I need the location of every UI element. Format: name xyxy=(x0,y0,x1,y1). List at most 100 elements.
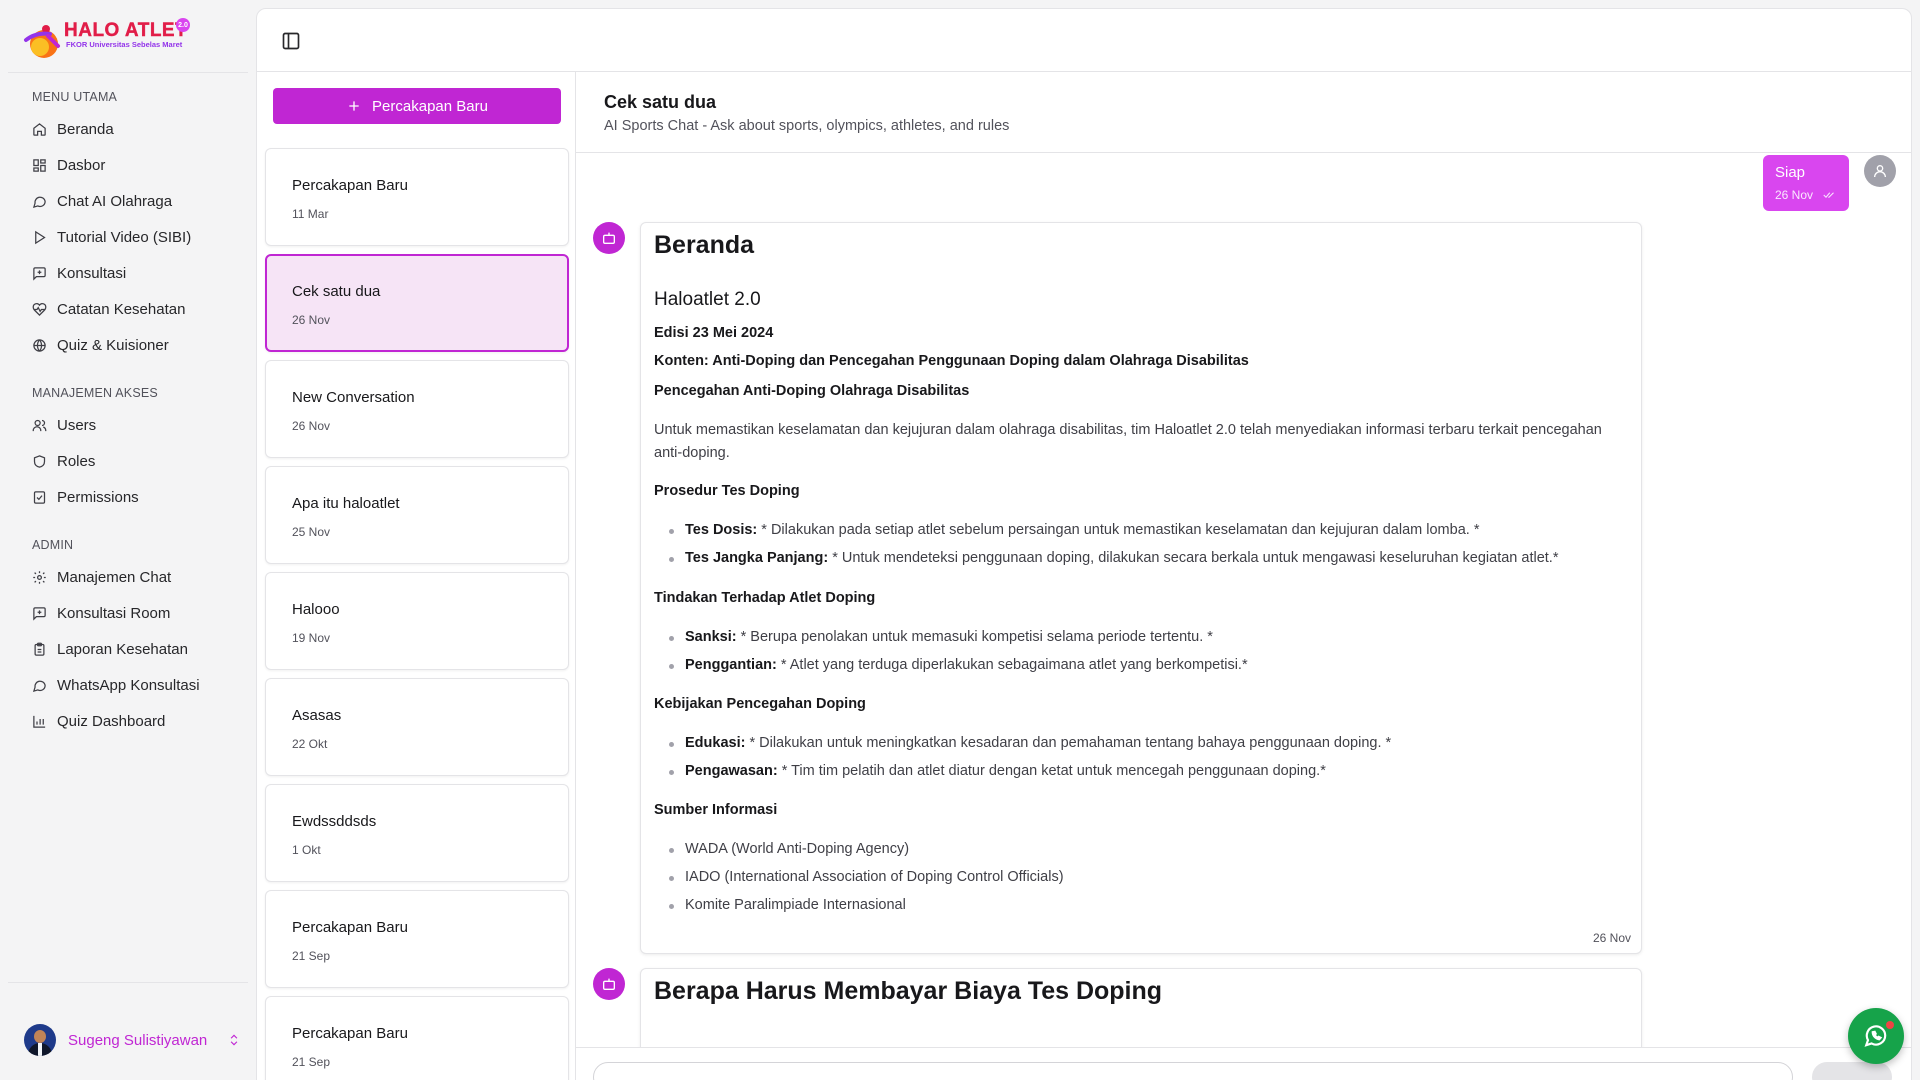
sidebar-item-label: Konsultasi xyxy=(57,264,127,282)
conversation-item[interactable]: New Conversation 26 Nov xyxy=(265,360,569,458)
message-composer xyxy=(576,1047,1911,1080)
message-square-icon xyxy=(33,266,46,281)
list-item: Penggantian: * Atlet yang terduga diperl… xyxy=(669,657,1248,673)
conversation-title: New Conversation xyxy=(292,389,415,406)
section-label-manajemen-akses: MANAJEMEN AKSES xyxy=(32,386,158,400)
list-item: Edukasi: * Dilakukan untuk meningkatkan … xyxy=(668,735,1392,751)
user-message-text: Siap xyxy=(1775,164,1806,181)
sidebar-item-label: Manajemen Chat xyxy=(57,568,172,586)
sidebar-item-permissions[interactable]: Permissions xyxy=(24,482,244,512)
message-heading: Beranda xyxy=(654,231,755,259)
list-item: IADO (International Association of Dopin… xyxy=(669,869,1064,885)
sidebar-item-label: Konsultasi Room xyxy=(57,604,171,622)
sidebar-item-catatan-kesehatan[interactable]: Catatan Kesehatan xyxy=(24,294,244,324)
bot-avatar-icon xyxy=(593,222,625,254)
conversation-item[interactable]: Percakapan Baru 21 Sep xyxy=(265,890,569,988)
sidebar-item-konsultasi-room[interactable]: Konsultasi Room xyxy=(24,598,244,628)
sidebar-item-tutorial-video[interactable]: Tutorial Video (SIBI) xyxy=(24,222,244,252)
whatsapp-float-button[interactable] xyxy=(1848,1008,1904,1064)
conversation-item[interactable]: Percakapan Baru 21 Sep xyxy=(265,996,569,1080)
sidebar-item-laporan-kesehatan[interactable]: Laporan Kesehatan xyxy=(24,634,244,664)
top-bar xyxy=(256,8,1912,72)
conversation-title: Percakapan Baru xyxy=(292,177,408,194)
bot-avatar-icon xyxy=(593,968,625,1000)
whatsapp-icon xyxy=(1864,1025,1887,1047)
conversation-date: 19 Nov xyxy=(292,631,331,645)
list-item: Tes Jangka Panjang: * Untuk mendeteksi p… xyxy=(668,550,1559,566)
message-section-title: Pencegahan Anti-Doping Olahraga Disabili… xyxy=(654,383,970,399)
conversation-title: Halooo xyxy=(292,601,340,618)
conversation-date: 1 Okt xyxy=(292,843,321,857)
conversation-list: Percakapan Baru Percakapan Baru 11 Mar C… xyxy=(256,72,576,1080)
conversation-item-active[interactable]: Cek satu dua 26 Nov xyxy=(265,254,569,352)
sidebar-item-label: Quiz & Kuisioner xyxy=(57,336,169,354)
conversation-item[interactable]: Halooo 19 Nov xyxy=(265,572,569,670)
sidebar-item-label: Catatan Kesehatan xyxy=(57,300,186,318)
clipboard-icon xyxy=(34,642,45,656)
section-heading: Prosedur Tes Doping xyxy=(654,483,800,499)
conversation-item[interactable]: Apa itu haloatlet 25 Nov xyxy=(265,466,569,564)
heart-pulse-icon xyxy=(32,302,47,316)
message-edition: Edisi 23 Mei 2024 xyxy=(654,325,774,341)
conversation-item[interactable]: Asasas 22 Okt xyxy=(265,678,569,776)
list-item: Tes Dosis: * Dilakukan pada setiap atlet… xyxy=(668,522,1480,538)
list-item: WADA (World Anti-Doping Agency) xyxy=(668,841,910,857)
section-heading: Sumber Informasi xyxy=(654,802,778,818)
user-message-bubble: Siap 26 Nov xyxy=(1763,155,1849,211)
conversation-title: Cek satu dua xyxy=(292,283,381,300)
user-menu[interactable]: Sugeng Sulistiyawan xyxy=(16,1020,246,1060)
message-square-icon xyxy=(33,606,46,621)
notification-dot xyxy=(1886,1021,1894,1029)
sidebar-item-roles[interactable]: Roles xyxy=(24,446,244,476)
chat-icon xyxy=(32,680,46,692)
conversation-title: Asasas xyxy=(292,707,342,724)
logo-mark-icon xyxy=(24,25,60,58)
sidebar-item-label: Chat AI Olahraga xyxy=(57,192,173,210)
sidebar-toggle-icon[interactable] xyxy=(281,31,301,51)
conversation-date: 11 Mar xyxy=(292,207,329,221)
section-label-admin: ADMIN xyxy=(32,538,74,552)
logo-title: HALO ATLET xyxy=(64,20,188,41)
conversation-date: 26 Nov xyxy=(292,419,331,433)
sidebar-item-konsultasi[interactable]: Konsultasi xyxy=(24,258,244,288)
section-heading: Kebijakan Pencegahan Doping xyxy=(654,696,866,712)
sidebar-divider xyxy=(8,72,248,73)
sidebar-item-quiz-dashboard[interactable]: Quiz Dashboard xyxy=(24,706,244,736)
sidebar-item-whatsapp-konsultasi[interactable]: WhatsApp Konsultasi xyxy=(24,670,244,700)
conversation-title: Percakapan Baru xyxy=(292,919,408,936)
globe-icon xyxy=(33,338,46,352)
sidebar-divider xyxy=(8,982,248,983)
message-paragraph: Untuk memastikan keselamatan dan kejujur… xyxy=(654,422,1602,461)
sidebar-item-label: WhatsApp Konsultasi xyxy=(57,676,200,694)
chat-icon xyxy=(32,196,46,208)
sidebar-item-users[interactable]: Users xyxy=(24,410,244,440)
conversation-item[interactable]: Percakapan Baru 11 Mar xyxy=(265,148,569,246)
sidebar-item-manajemen-chat[interactable]: Manajemen Chat xyxy=(24,562,244,592)
message-heading: Berapa Harus Membayar Biaya Tes Doping xyxy=(654,977,1163,1005)
send-button[interactable] xyxy=(1812,1062,1892,1080)
app-logo[interactable]: HALO ATLET 2.0 FKOR Universitas Sebelas … xyxy=(20,16,200,64)
bar-chart-icon xyxy=(33,715,46,728)
sidebar-item-beranda[interactable]: Beranda xyxy=(24,114,244,144)
home-icon xyxy=(33,122,46,136)
message-input[interactable] xyxy=(593,1062,1793,1080)
section-heading: Tindakan Terhadap Atlet Doping xyxy=(654,590,876,606)
sidebar-item-dasbor[interactable]: Dasbor xyxy=(24,150,244,180)
chat-panel: Cek satu dua AI Sports Chat - Ask about … xyxy=(576,72,1912,1080)
conversation-date: 21 Sep xyxy=(292,949,331,963)
checklist-icon xyxy=(33,490,46,504)
conversation-item[interactable]: Ewdssddsds 1 Okt xyxy=(265,784,569,882)
user-name: Sugeng Sulistiyawan xyxy=(68,1031,208,1049)
sidebar-item-quiz-kuisioner[interactable]: Quiz & Kuisioner xyxy=(24,330,244,360)
dashboard-icon xyxy=(33,158,46,172)
sidebar-item-label: Users xyxy=(57,416,97,434)
sidebar-item-label: Beranda xyxy=(57,120,114,138)
new-conversation-button[interactable]: Percakapan Baru xyxy=(273,88,561,124)
message-time: 26 Nov xyxy=(1592,931,1631,945)
plus-icon xyxy=(349,101,359,111)
gear-icon xyxy=(33,570,46,584)
play-icon xyxy=(35,230,46,244)
sidebar-item-label: Quiz Dashboard xyxy=(57,712,166,730)
sidebar-item-chat-ai[interactable]: Chat AI Olahraga xyxy=(24,186,244,216)
section-label-menu-utama: MENU UTAMA xyxy=(32,90,118,104)
